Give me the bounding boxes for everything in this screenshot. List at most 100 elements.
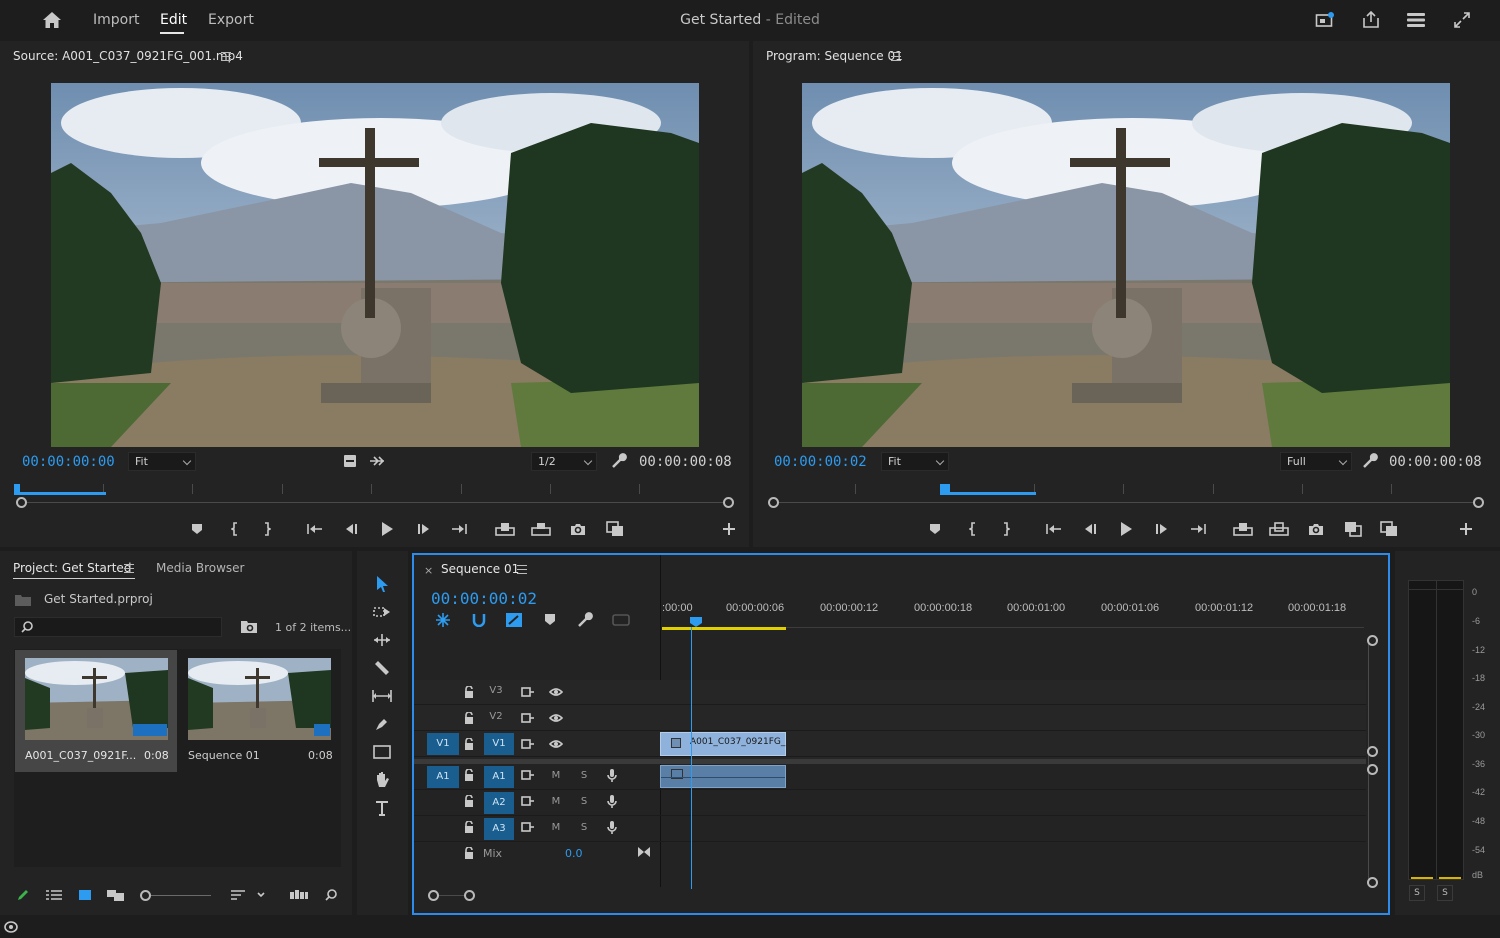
export-frame-icon[interactable] (568, 519, 588, 539)
lock-icon[interactable] (462, 820, 476, 834)
sync-lock-icon[interactable] (520, 820, 536, 834)
source-time-ruler[interactable] (14, 484, 734, 514)
microphone-icon[interactable] (604, 820, 620, 836)
go-to-in-icon[interactable] (1044, 519, 1064, 539)
find-icon[interactable] (322, 886, 340, 904)
mark-out-icon[interactable] (997, 519, 1015, 539)
source-zoom-dropdown[interactable]: Fit (128, 452, 196, 471)
icon-view-icon[interactable] (76, 886, 94, 904)
lock-icon[interactable] (462, 794, 476, 808)
selection-tool-icon[interactable] (371, 573, 393, 595)
play-icon[interactable] (377, 518, 397, 540)
track-name[interactable]: V2 (485, 711, 507, 725)
project-search-input[interactable] (14, 617, 222, 637)
source-current-timecode[interactable]: 00:00:00:00 (22, 454, 115, 470)
program-resolution-dropdown[interactable]: Full (1280, 452, 1352, 471)
track-v1[interactable]: V1 V1 (414, 731, 1366, 757)
v-scroll-handle-bottom[interactable] (1367, 746, 1378, 757)
nest-icon[interactable] (434, 611, 452, 629)
eye-icon[interactable] (548, 685, 564, 699)
track-v3[interactable]: V3 (414, 679, 1366, 705)
type-tool-icon[interactable] (371, 797, 393, 819)
slip-tool-icon[interactable] (371, 685, 393, 707)
lift-icon[interactable] (1232, 519, 1254, 539)
track-a1[interactable]: A1 A1 M S (414, 764, 1366, 790)
mute-button[interactable]: M (548, 770, 564, 784)
zoom-slider-handle[interactable] (140, 890, 151, 901)
program-zoom-bar[interactable] (773, 502, 1478, 503)
timeline-menu-icon[interactable] (517, 565, 527, 574)
pen-tool-icon[interactable] (371, 713, 393, 735)
program-time-ruler[interactable] (766, 484, 1486, 514)
linked-selection-icon[interactable] (505, 611, 523, 629)
eye-icon[interactable] (548, 711, 564, 725)
step-forward-icon[interactable] (1152, 519, 1172, 539)
tab-project[interactable]: Project: Get Started (13, 561, 131, 575)
sync-lock-icon[interactable] (520, 711, 536, 725)
source-zoom-handle-right[interactable] (723, 497, 734, 508)
go-to-out-icon[interactable] (449, 519, 469, 539)
track-select-tool-icon[interactable] (371, 601, 393, 623)
mute-button[interactable]: M (548, 822, 564, 836)
source-patch-v1[interactable]: V1 (427, 733, 459, 755)
play-icon[interactable] (1116, 518, 1136, 540)
a-scroll-handle-bottom[interactable] (1367, 877, 1378, 888)
source-video-frame[interactable] (51, 83, 699, 447)
mute-button[interactable]: M (548, 796, 564, 810)
audio-clip[interactable] (660, 765, 786, 788)
nav-edit[interactable]: Edit (160, 12, 187, 28)
sync-lock-icon[interactable] (520, 768, 536, 782)
source-patch-a1[interactable]: A1 (427, 766, 459, 788)
add-marker-icon[interactable] (926, 519, 944, 539)
snap-icon[interactable] (470, 611, 488, 629)
drag-video-icon[interactable] (367, 451, 387, 471)
solo-right-button[interactable]: S (1437, 885, 1453, 901)
home-icon[interactable] (41, 10, 63, 30)
lock-icon[interactable] (462, 685, 476, 699)
button-editor-icon[interactable] (719, 519, 739, 539)
track-a2[interactable]: A2 M S (414, 790, 1366, 816)
rectangle-tool-icon[interactable] (371, 741, 393, 763)
add-marker-icon[interactable] (541, 611, 559, 629)
eye-icon[interactable] (548, 737, 564, 751)
tab-sequence[interactable]: Sequence 01 (441, 562, 519, 576)
freeform-view-icon[interactable] (106, 886, 126, 904)
v-scroll-handle-top[interactable] (1367, 635, 1378, 646)
automate-to-sequence-icon[interactable] (289, 886, 309, 904)
mark-in-icon[interactable] (964, 519, 982, 539)
multicam-view-icon[interactable] (1378, 519, 1400, 539)
program-video-frame[interactable] (802, 83, 1450, 447)
nav-import[interactable]: Import (93, 12, 139, 28)
razor-tool-icon[interactable] (371, 657, 393, 679)
project-item-clip[interactable]: A001_C037_0921F... 0:08 (15, 650, 177, 772)
close-tab-icon[interactable]: × (424, 564, 433, 577)
solo-button[interactable]: S (576, 796, 592, 810)
background-tasks-icon[interactable] (2, 919, 20, 935)
track-name[interactable]: A2 (484, 792, 514, 814)
timeline-timecode[interactable]: 00:00:00:02 (431, 589, 537, 608)
project-panel-menu-icon[interactable] (124, 564, 134, 573)
microphone-icon[interactable] (604, 794, 620, 810)
timeline-playhead-handle[interactable] (690, 617, 702, 627)
track-name[interactable]: A1 (484, 766, 514, 788)
solo-button[interactable]: S (576, 770, 592, 784)
tab-media-browser[interactable]: Media Browser (156, 561, 244, 575)
lock-icon[interactable] (462, 768, 476, 782)
lock-icon[interactable] (462, 846, 476, 860)
step-forward-icon[interactable] (414, 519, 434, 539)
timeline-playhead-line[interactable] (691, 627, 692, 889)
track-name[interactable]: V1 (484, 733, 514, 755)
track-name[interactable]: V3 (485, 685, 507, 699)
export-frame-icon[interactable] (1306, 519, 1326, 539)
sync-lock-icon[interactable] (520, 737, 536, 751)
program-playhead[interactable] (940, 484, 950, 494)
source-playhead[interactable] (14, 484, 20, 494)
program-zoom-dropdown[interactable]: Fit (881, 452, 949, 471)
hand-tool-icon[interactable] (371, 769, 393, 791)
workspaces-icon[interactable] (1405, 10, 1427, 30)
lock-icon[interactable] (462, 711, 476, 725)
wrench-icon[interactable] (576, 611, 594, 629)
chevron-down-icon[interactable] (254, 886, 268, 904)
program-current-timecode[interactable]: 00:00:00:02 (774, 454, 867, 470)
sync-lock-icon[interactable] (520, 685, 536, 699)
